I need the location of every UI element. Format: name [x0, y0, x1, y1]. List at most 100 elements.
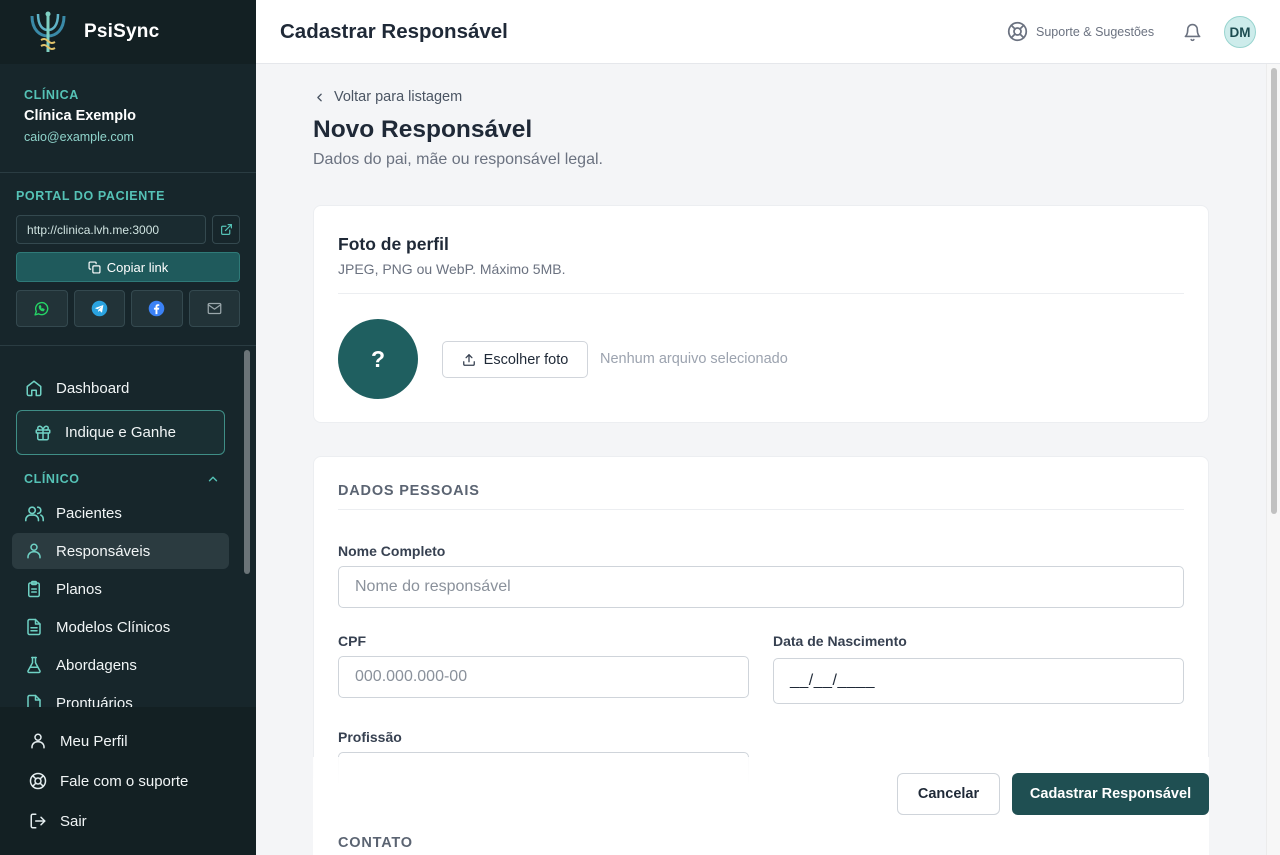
chevron-up-icon [208, 476, 218, 482]
no-file-text: Nenhum arquivo selecionado [600, 351, 788, 367]
users-icon [24, 503, 44, 523]
cpf-label: CPF [338, 633, 366, 649]
top-bar: Cadastrar Responsável Suporte & Sugestõe… [256, 0, 1280, 64]
sidebar-item-dashboard[interactable]: Dashboard [12, 370, 229, 406]
bell-icon [1184, 23, 1200, 41]
sidebar-item-label: Dashboard [56, 379, 130, 397]
brand-header[interactable]: PsiSync [0, 0, 256, 64]
upload-icon [462, 353, 475, 366]
document-icon [24, 617, 44, 637]
chevron-left-icon [317, 93, 322, 101]
user-icon [24, 541, 44, 561]
back-to-list-link[interactable]: Voltar para listagem [313, 89, 462, 105]
photo-card-description: JPEG, PNG ou WebP. Máximo 5MB. [338, 261, 566, 277]
share-email-button[interactable] [188, 290, 240, 327]
external-link-icon [220, 224, 232, 235]
clinic-name: Clínica Exemplo [24, 108, 137, 124]
full-name-label: Nome Completo [338, 543, 446, 559]
file-icon [24, 693, 44, 707]
cancel-button[interactable]: Cancelar [897, 773, 1000, 815]
cpf-input[interactable] [338, 656, 749, 698]
profile-photo-card: Foto de perfil JPEG, PNG ou WebP. Máximo… [313, 205, 1209, 423]
lifebuoy-icon [28, 771, 48, 791]
copy-link-button[interactable]: Copiar link [16, 252, 240, 282]
lifebuoy-icon [1007, 21, 1028, 42]
choose-photo-button[interactable]: Escolher foto [442, 341, 588, 378]
logout-link[interactable]: Sair [28, 806, 87, 836]
clinic-section-label: CLÍNICA [24, 88, 79, 102]
sidebar-item-label: Planos [56, 580, 102, 598]
photo-placeholder: ? [338, 319, 418, 399]
support-label: Fale com o suporte [60, 772, 189, 790]
main-scrollbar[interactable] [1266, 64, 1280, 855]
facebook-icon [148, 300, 165, 317]
sidebar: PsiSync CLÍNICA Clínica Exemplo caio@exa… [0, 0, 256, 855]
choose-photo-label: Escolher foto [483, 351, 569, 368]
birth-date-input[interactable]: __/__/____ [773, 658, 1184, 704]
back-to-list-label: Voltar para listagem [334, 89, 463, 105]
portal-section-label: PORTAL DO PACIENTE [16, 189, 166, 203]
sidebar-footer: Meu Perfil Fale com o suporte Sair [0, 707, 256, 855]
copy-link-label: Copiar link [106, 259, 169, 275]
clinic-email: caio@example.com [24, 130, 134, 144]
sidebar-nav: Dashboard Indique e Ganhe CLÍNICO Pacien… [0, 346, 256, 707]
share-whatsapp-button[interactable] [16, 290, 68, 327]
page-title: Cadastrar Responsável [280, 20, 508, 43]
copy-icon [88, 260, 101, 274]
form-actions-bar: Cancelar Cadastrar Responsável CONTATO [313, 757, 1209, 855]
main-content: Voltar para listagem Novo Responsável Da… [256, 64, 1266, 855]
logout-label: Sair [60, 812, 87, 830]
share-buttons [16, 290, 240, 327]
referral-button[interactable]: Indique e Ganhe [16, 410, 225, 455]
sidebar-item-responsaveis[interactable]: Responsáveis [12, 533, 229, 569]
divider [338, 293, 1184, 294]
whatsapp-icon [34, 301, 49, 316]
sidebar-item-label: Responsáveis [56, 542, 151, 560]
user-avatar[interactable]: DM [1224, 16, 1256, 48]
sidebar-item-label: Modelos Clínicos [56, 618, 171, 636]
sidebar-item-label: Abordagens [56, 656, 137, 674]
submit-button[interactable]: Cadastrar Responsável [1012, 773, 1209, 815]
contact-section-title: CONTATO [338, 835, 413, 851]
profession-label: Profissão [338, 729, 402, 745]
psisync-logo-icon [28, 10, 68, 54]
full-name-input[interactable] [338, 566, 1184, 608]
mail-icon [207, 302, 222, 315]
personal-section-title: DADOS PESSOAIS [338, 483, 480, 499]
portal-url-input[interactable] [16, 215, 206, 244]
main-scrollbar-thumb[interactable] [1271, 68, 1277, 514]
clipboard-icon [24, 579, 44, 599]
sidebar-item-planos[interactable]: Planos [12, 571, 229, 607]
logout-icon [28, 811, 48, 831]
sidebar-item-abordagens[interactable]: Abordagens [12, 647, 229, 683]
support-suggestions-label: Suporte & Sugestões [1036, 24, 1155, 39]
sidebar-scrollbar[interactable] [244, 350, 250, 574]
support-link[interactable]: Fale com o suporte [28, 766, 188, 796]
clinical-group-label: CLÍNICO [24, 472, 80, 486]
form-subheading: Dados do pai, mãe ou responsável legal. [313, 151, 603, 168]
sidebar-item-modelos-clinicos[interactable]: Modelos Clínicos [12, 609, 229, 645]
clinical-group-toggle[interactable]: CLÍNICO [24, 470, 220, 488]
my-profile-link[interactable]: Meu Perfil [28, 726, 128, 756]
clinic-info: CLÍNICA Clínica Exemplo caio@example.com [0, 64, 256, 173]
open-portal-button[interactable] [212, 215, 240, 244]
home-icon [24, 378, 44, 398]
flask-icon [24, 655, 44, 675]
referral-label: Indique e Ganhe [65, 424, 176, 441]
patient-portal: PORTAL DO PACIENTE Copiar link [0, 173, 256, 346]
user-icon [28, 731, 48, 751]
sidebar-item-pacientes[interactable]: Pacientes [12, 495, 229, 531]
photo-card-title: Foto de perfil [338, 234, 449, 254]
brand-name: PsiSync [84, 21, 160, 42]
form-heading: Novo Responsável [313, 116, 533, 143]
notifications-button[interactable] [1181, 21, 1203, 43]
sidebar-item-prontuarios[interactable]: Prontuários [12, 685, 229, 707]
support-suggestions-link[interactable]: Suporte & Sugestões [1007, 21, 1154, 42]
divider [338, 509, 1184, 510]
sidebar-item-label: Pacientes [56, 504, 122, 522]
birth-date-label: Data de Nascimento [773, 633, 907, 649]
share-telegram-button[interactable] [73, 290, 125, 327]
gift-icon [33, 423, 53, 443]
sidebar-item-label: Prontuários [56, 694, 133, 708]
share-facebook-button[interactable] [131, 290, 183, 327]
